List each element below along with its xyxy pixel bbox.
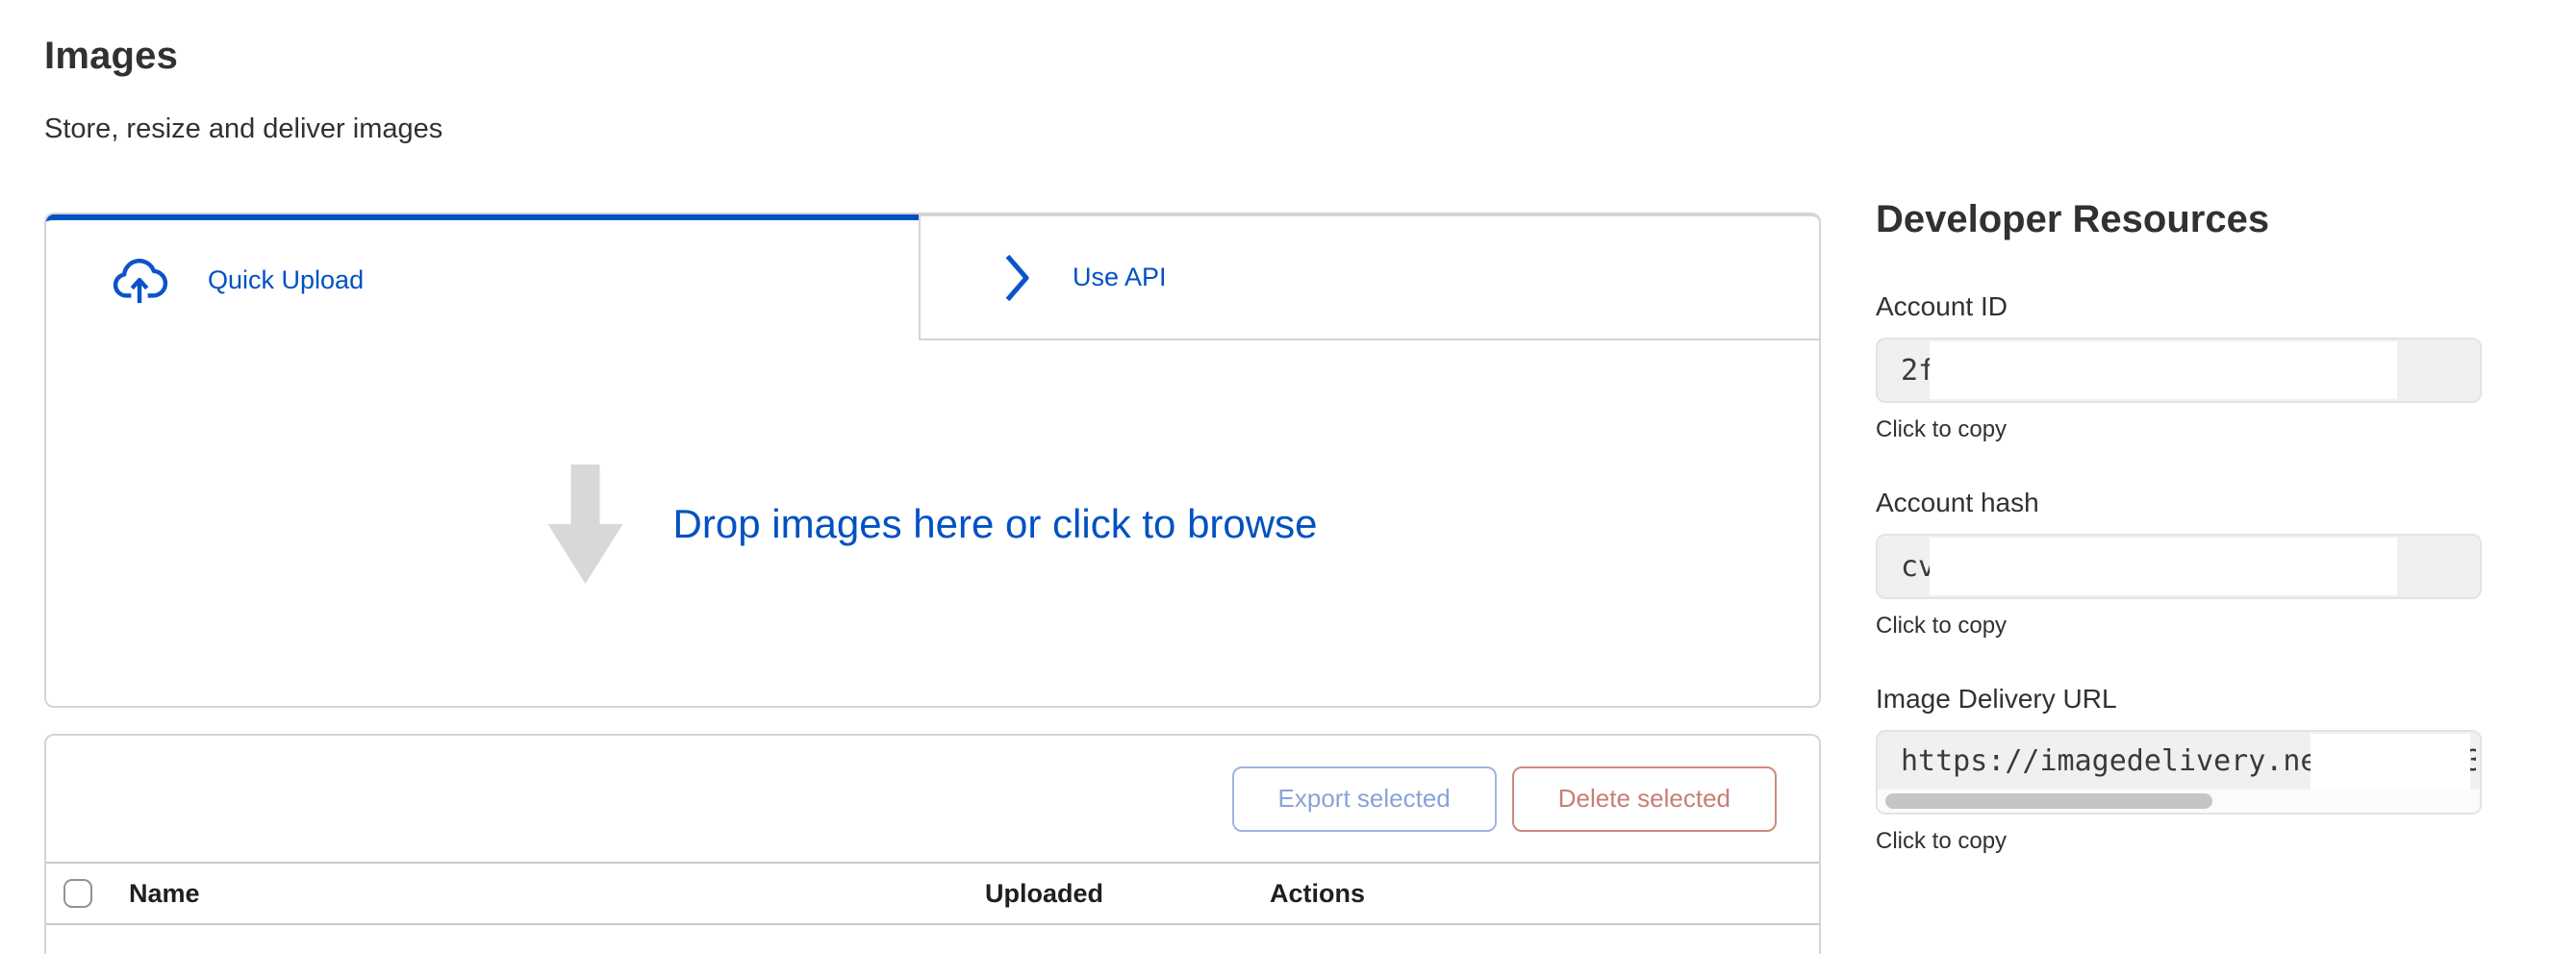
redaction-overlay	[1930, 538, 2397, 595]
account-id-copy-box[interactable]: 2f3d	[1876, 338, 2482, 403]
upload-card: Quick Upload Use API Drop images here or…	[44, 213, 1821, 708]
tab-quick-upload[interactable]: Quick Upload	[46, 214, 919, 340]
images-page: Images Store, resize and deliver images …	[0, 0, 2576, 954]
redaction-overlay	[1930, 341, 2397, 399]
table-header-row: Name Uploaded Actions	[46, 862, 1819, 925]
tab-use-api[interactable]: Use API	[919, 214, 1819, 340]
main-column: Images Store, resize and deliver images …	[44, 0, 1821, 954]
bulk-actions-row: Export selected Delete selected	[46, 736, 1819, 862]
account-hash-copy-box[interactable]: cv0J	[1876, 534, 2482, 599]
tab-quick-upload-label: Quick Upload	[208, 265, 364, 295]
delete-selected-button[interactable]: Delete selected	[1512, 766, 1777, 832]
column-header-actions: Actions	[1270, 879, 1365, 909]
tab-row: Quick Upload Use API	[46, 214, 1819, 340]
dropzone-label: Drop images here or click to browse	[673, 501, 1318, 547]
select-all-checkbox[interactable]	[63, 879, 92, 908]
dropzone[interactable]: Drop images here or click to browse	[46, 340, 1819, 708]
column-header-uploaded: Uploaded	[985, 879, 1270, 909]
chevron-right-icon	[1001, 252, 1034, 304]
account-id-field: Account ID 2f3d Click to copy	[1876, 291, 2482, 443]
account-id-copy-hint: Click to copy	[1876, 416, 2482, 443]
account-hash-label: Account hash	[1876, 488, 2482, 518]
page-title: Images	[44, 35, 1821, 78]
account-hash-field: Account hash cv0J Click to copy	[1876, 488, 2482, 640]
down-arrow-icon	[548, 464, 623, 584]
developer-resources-panel: Developer Resources Account ID 2f3d Clic…	[1876, 0, 2482, 954]
account-hash-copy-hint: Click to copy	[1876, 613, 2482, 640]
image-delivery-url-field: Image Delivery URL https://imagedelivery…	[1876, 684, 2482, 855]
image-delivery-url-label: Image Delivery URL	[1876, 684, 2482, 715]
developer-resources-title: Developer Resources	[1876, 198, 2482, 241]
image-list-card: Export selected Delete selected Name Upl…	[44, 734, 1821, 954]
export-selected-button[interactable]: Export selected	[1232, 766, 1497, 832]
account-id-label: Account ID	[1876, 291, 2482, 322]
image-delivery-url-copy-box[interactable]: https://imagedelivery.net/cv0JS 3	[1876, 730, 2482, 815]
page-subtitle: Store, resize and deliver images	[44, 113, 1821, 145]
horizontal-scrollbar-track	[1878, 790, 2480, 813]
column-header-name: Name	[129, 879, 985, 909]
image-delivery-url-copy-hint: Click to copy	[1876, 828, 2482, 855]
redaction-overlay	[2311, 734, 2470, 790]
tab-use-api-label: Use API	[1073, 263, 1167, 292]
cloud-upload-icon	[110, 257, 169, 305]
horizontal-scrollbar-thumb[interactable]	[1885, 793, 2212, 809]
